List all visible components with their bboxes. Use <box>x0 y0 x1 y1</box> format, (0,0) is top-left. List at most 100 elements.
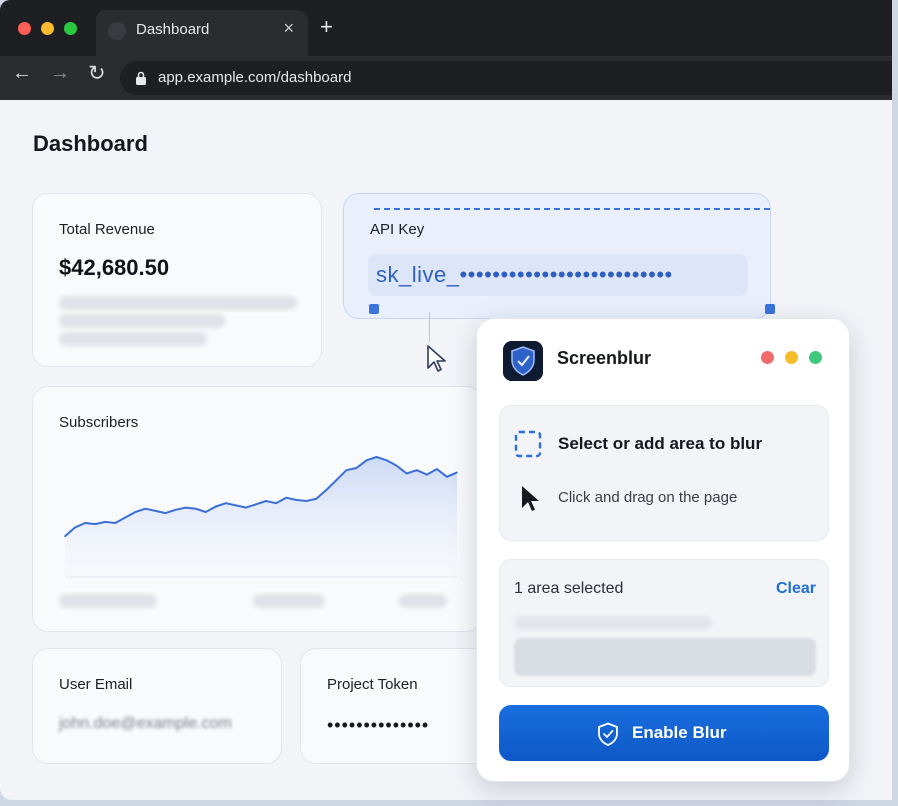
chart-data-point <box>64 535 66 537</box>
mouse-cursor-icon <box>427 345 446 372</box>
chart-data-point <box>164 512 167 514</box>
forward-button[interactable]: → <box>50 62 70 85</box>
user-email-value: john.doe@example.com <box>59 715 232 732</box>
selected-area-preview[interactable] <box>514 638 816 676</box>
address-bar[interactable]: app.example.com/dashboard <box>120 61 892 95</box>
chart-data-point <box>345 469 348 471</box>
subscribers-card: Subscribers <box>32 386 482 632</box>
chart-data-point <box>144 507 147 510</box>
enable-blur-label: Enable Blur <box>632 723 727 742</box>
chart-data-point <box>204 511 207 513</box>
api-key-field[interactable]: sk_live_•••••••••••••••••••••••••• <box>368 254 748 296</box>
blurred-axis-label <box>59 594 157 608</box>
chart-data-point <box>124 516 127 519</box>
api-key-label: API Key <box>370 221 425 238</box>
blurred-axis-label <box>253 594 325 608</box>
chart-data-point <box>365 459 368 462</box>
enable-blur-button[interactable]: Enable Blur <box>499 705 829 761</box>
chart-data-point <box>174 509 177 511</box>
close-tab-icon[interactable]: × <box>283 18 294 39</box>
chart-data-point <box>456 471 458 474</box>
connector-line <box>429 312 430 342</box>
blurred-text <box>59 314 225 328</box>
popup-close-button[interactable] <box>761 351 774 364</box>
new-tab-button[interactable]: + <box>320 14 333 40</box>
select-area-panel[interactable]: Select or add area to blur Click and dra… <box>499 405 829 541</box>
selection-area-icon <box>514 430 542 458</box>
popup-minimize-button[interactable] <box>785 351 798 364</box>
app-logo-icon <box>503 341 543 381</box>
chart-data-point <box>285 496 287 499</box>
selected-areas-panel: 1 area selected Clear <box>499 559 829 687</box>
url-text: app.example.com/dashboard <box>158 69 352 86</box>
browser-titlebar: Dashboard × + <box>0 0 892 56</box>
chart-data-point <box>415 469 418 471</box>
api-key-value: sk_live_•••••••••••••••••••••••••• <box>376 262 673 287</box>
blur-selection-edge[interactable] <box>374 208 770 210</box>
pointer-icon <box>522 486 539 511</box>
chart-data-point <box>426 473 428 476</box>
chart-data-point <box>114 522 117 524</box>
chart-data-point <box>295 499 297 501</box>
chart-data-point <box>335 479 338 481</box>
chart-data-point <box>265 500 267 502</box>
subscribers-chart <box>64 456 458 578</box>
chart-data-point <box>255 503 257 506</box>
chart-data-point <box>104 521 107 523</box>
chart-data-point <box>305 500 308 502</box>
chart-data-point <box>225 502 227 504</box>
chart-data-point <box>315 498 318 500</box>
chart-data-point <box>134 511 137 513</box>
chart-data-point <box>355 467 358 469</box>
tab-title: Dashboard <box>136 21 210 38</box>
screenshot-frame: Dashboard × + ← → ↻ app.example.com/dash… <box>0 0 898 806</box>
shield-check-icon <box>598 722 618 746</box>
project-token-value: •••••••••••••• <box>327 715 430 735</box>
project-token-label: Project Token <box>327 676 418 693</box>
popup-expand-button[interactable] <box>809 351 822 364</box>
select-area-hint: Click and drag on the page <box>558 489 738 506</box>
chart-data-point <box>325 489 328 491</box>
area-count-text: 1 area selected <box>514 580 624 597</box>
blurred-text <box>59 296 297 310</box>
blurred-area-label <box>514 616 712 630</box>
zoom-window-button[interactable] <box>64 22 77 35</box>
revenue-value: $42,680.50 <box>59 255 170 280</box>
back-button[interactable]: ← <box>12 62 32 85</box>
chart-data-point <box>84 522 86 524</box>
user-email-card: User Email john.doe@example.com <box>32 648 282 764</box>
page-title: Dashboard <box>33 131 148 156</box>
api-key-card[interactable]: API Key sk_live_••••••••••••••••••••••••… <box>343 193 771 319</box>
subscribers-label: Subscribers <box>59 414 139 431</box>
browser-toolbar: ← → ↻ app.example.com/dashboard <box>0 56 892 100</box>
tab-dashboard[interactable]: Dashboard × <box>96 10 308 56</box>
lock-icon <box>136 71 146 85</box>
selection-handle[interactable] <box>369 304 379 314</box>
selection-handle[interactable] <box>765 304 775 314</box>
chart-data-point <box>436 468 438 470</box>
reload-button[interactable]: ↻ <box>88 61 106 86</box>
blurred-axis-label <box>399 594 447 608</box>
chart-data-point <box>184 506 187 509</box>
select-area-title: Select or add area to blur <box>558 434 763 453</box>
chart-data-point <box>94 523 96 525</box>
close-window-button[interactable] <box>18 22 31 35</box>
chart-data-point <box>194 507 197 510</box>
app-name: Screenblur <box>557 348 652 368</box>
screenblur-popup: Screenblur Select or add area to blur Cl… <box>476 318 850 782</box>
revenue-card: Total Revenue $42,680.50 <box>32 193 322 367</box>
chart-data-point <box>154 510 157 512</box>
chart-data-point <box>395 465 398 467</box>
project-token-card: Project Token •••••••••••••• <box>300 648 500 764</box>
chart-data-point <box>275 502 277 504</box>
chart-data-point <box>375 456 378 458</box>
favicon-icon <box>108 22 126 40</box>
blurred-text <box>59 332 207 346</box>
chart-data-point <box>235 504 237 507</box>
chart-data-point <box>74 526 76 529</box>
minimize-window-button[interactable] <box>41 22 54 35</box>
clear-button[interactable]: Clear <box>776 580 816 598</box>
revenue-label: Total Revenue <box>59 221 155 238</box>
user-email-label: User Email <box>59 676 133 693</box>
chart-data-point <box>214 505 217 508</box>
